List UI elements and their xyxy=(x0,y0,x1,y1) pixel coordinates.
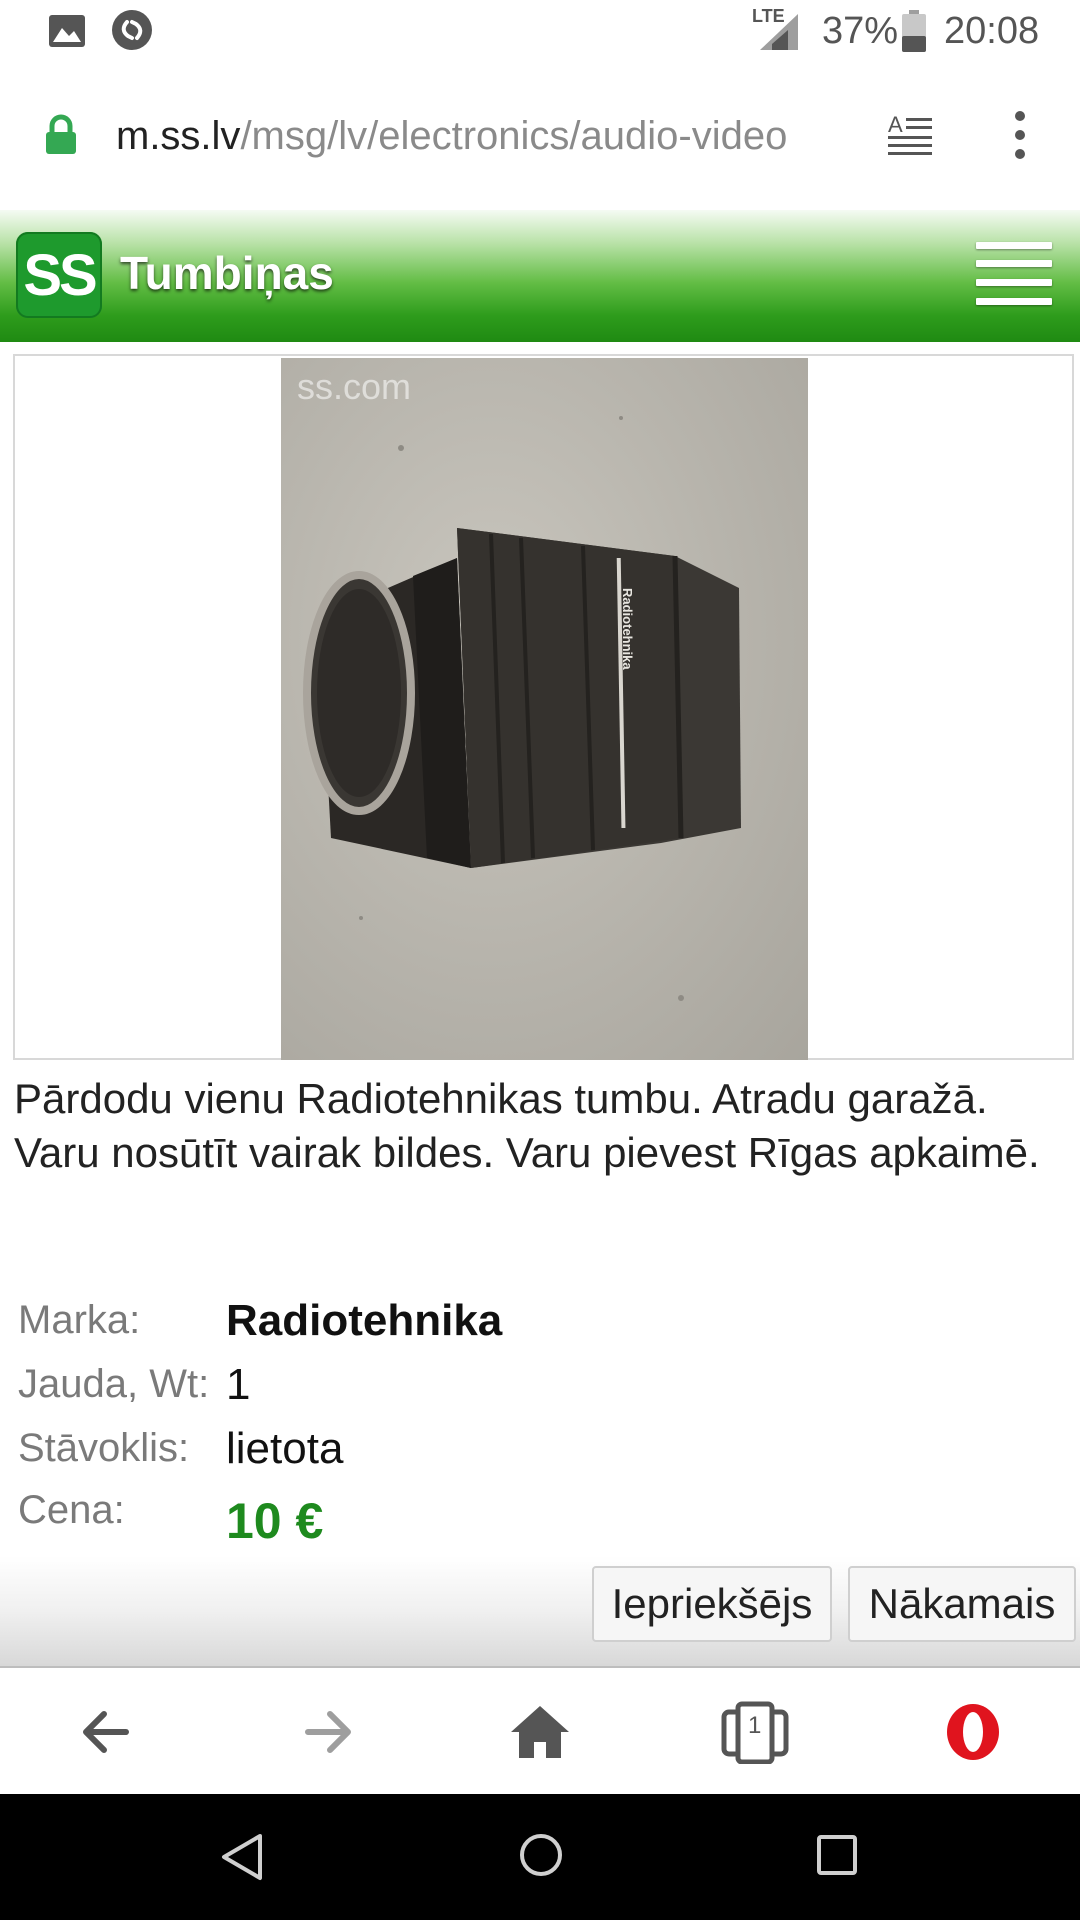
listing-photo[interactable]: Radiotehnika ss.com xyxy=(281,358,808,1060)
watermark: ss.com xyxy=(297,366,412,407)
forward-icon[interactable] xyxy=(290,1700,360,1764)
more-options-icon[interactable] xyxy=(1010,110,1030,160)
page-title: Tumbiņas xyxy=(120,247,334,299)
url-path: /msg/lv/electronics/audio-video xyxy=(240,114,788,158)
tab-count: 1 xyxy=(748,1712,762,1739)
system-recents-icon[interactable] xyxy=(816,1834,858,1876)
url-domain: m.ss.lv xyxy=(116,114,241,158)
back-icon[interactable] xyxy=(74,1700,144,1764)
menu-icon-bar xyxy=(976,260,1052,267)
detail-label-price: Cena: xyxy=(18,1488,125,1532)
detail-value-condition: lietota xyxy=(226,1424,344,1473)
status-bar: LTE 37% 20:08 xyxy=(0,0,1080,64)
battery-percent: 37% xyxy=(822,10,899,52)
price-value: 10 € xyxy=(226,1493,324,1549)
opera-menu-icon[interactable] xyxy=(938,1700,1008,1764)
speaker-illustration: Radiotehnika xyxy=(303,416,741,1001)
menu-icon-bar xyxy=(976,279,1052,286)
menu-icon-bar xyxy=(976,242,1052,249)
system-navigation-bar xyxy=(0,1794,1080,1920)
menu-button[interactable] xyxy=(976,240,1052,310)
lock-icon[interactable] xyxy=(44,114,78,156)
system-back-icon[interactable] xyxy=(220,1832,264,1882)
browser-address-bar: m.ss.lv/msg/lv/electronics/audio-video A xyxy=(0,64,1080,210)
shazam-notification-icon xyxy=(112,10,152,50)
ss-logo[interactable]: SS xyxy=(16,232,102,318)
menu-icon-bar xyxy=(976,298,1052,305)
home-icon[interactable] xyxy=(505,1700,575,1764)
detail-label-condition: Stāvoklis: xyxy=(18,1426,190,1470)
battery-icon xyxy=(902,10,926,52)
system-home-icon[interactable] xyxy=(518,1832,564,1878)
reader-mode-icon[interactable]: A xyxy=(888,114,934,156)
url-field[interactable]: m.ss.lv/msg/lv/electronics/audio-video xyxy=(116,114,856,159)
photo-frame: Radiotehnika ss.com xyxy=(13,354,1074,1060)
speaker-brand-label: Radiotehnika xyxy=(620,588,635,670)
previous-button[interactable]: Iepriekšējs xyxy=(592,1566,832,1642)
next-button[interactable]: Nākamais xyxy=(848,1566,1076,1642)
network-type-label: LTE xyxy=(752,6,785,26)
clock: 20:08 xyxy=(944,10,1040,52)
detail-value-brand[interactable]: Radiotehnika xyxy=(226,1296,502,1346)
gallery-notification-icon xyxy=(49,15,85,47)
detail-value-power: 1 xyxy=(226,1360,251,1409)
svg-text:A: A xyxy=(888,114,903,137)
detail-label-brand: Marka: xyxy=(18,1298,141,1342)
listing-navigation: Iepriekšējs Nākamais xyxy=(0,1556,1080,1668)
listing-description: Pārdodu vienu Radiotehnikas tumbu. Atrad… xyxy=(14,1075,1040,1176)
detail-label-power: Jauda, Wt: xyxy=(18,1362,210,1406)
site-header: SS Tumbiņas xyxy=(0,210,1080,342)
browser-toolbar: 1 xyxy=(0,1670,1080,1794)
